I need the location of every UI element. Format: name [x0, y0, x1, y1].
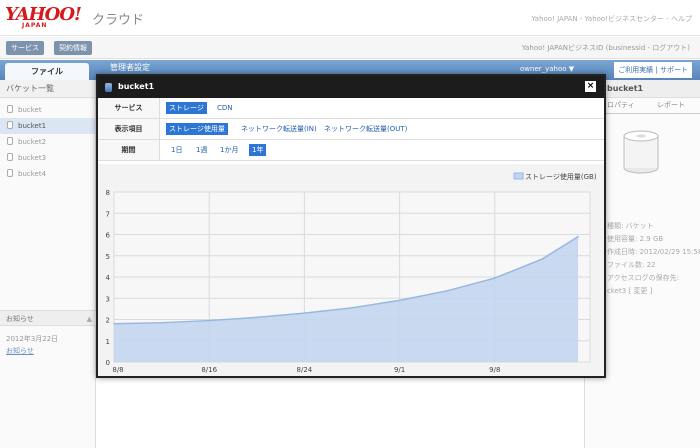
y-tick-label: 7	[106, 210, 110, 218]
x-tick-label: 9/1	[394, 366, 405, 374]
legend-swatch	[513, 172, 524, 180]
option-storage-usage[interactable]: ストレージ使用量	[166, 123, 228, 135]
dialog-titlebar: bucket1 ×	[98, 76, 604, 98]
data-point	[256, 316, 258, 319]
chart-svg: 0 1 2 3 4 5 6 7 8 8/8 8/16 8/24 9/1 9/8 ストレージ使用量(GB)	[106, 172, 597, 374]
period-1-day[interactable]: 1日	[168, 144, 185, 156]
y-tick-label: 0	[106, 359, 110, 367]
option-storage[interactable]: ストレージ	[166, 102, 207, 114]
data-point	[398, 299, 401, 302]
data-point	[208, 319, 210, 322]
legend-label: ストレージ使用量(GB)	[525, 172, 597, 181]
data-point	[303, 312, 306, 314]
y-tick-label: 6	[106, 232, 111, 240]
data-point	[577, 235, 579, 238]
y-tick-label: 5	[106, 253, 110, 261]
bucket-icon	[105, 83, 112, 92]
display-item-row: 表示項目 ストレージ使用量 ネットワーク転送量(IN) ネットワーク転送量(OU…	[98, 119, 604, 140]
data-point	[160, 321, 163, 324]
display-item-label: 表示項目	[98, 119, 160, 139]
period-row: 期間 1日 1週 1か月 1年	[98, 140, 604, 161]
option-cdn[interactable]: CDN	[214, 102, 236, 114]
period-1-month[interactable]: 1か月	[217, 144, 241, 156]
y-tick-label: 3	[106, 295, 110, 303]
close-button[interactable]: ×	[585, 81, 596, 92]
service-label: サービス	[98, 98, 160, 118]
x-tick-label: 9/8	[489, 366, 500, 374]
data-point	[541, 258, 544, 260]
data-point	[113, 322, 115, 325]
option-network-in[interactable]: ネットワーク転送量(IN)	[238, 123, 320, 135]
x-tick-label: 8/8	[112, 366, 123, 374]
period-label: 期間	[98, 140, 160, 160]
storage-usage-chart: 0 1 2 3 4 5 6 7 8 8/8 8/16 8/24 9/1 9/8 ストレージ使用量(GB)	[98, 164, 604, 376]
x-tick-label: 8/16	[201, 366, 217, 374]
y-tick-label: 8	[106, 189, 110, 197]
data-point	[351, 307, 353, 309]
dialog-title: bucket1	[118, 82, 155, 91]
service-row: サービス ストレージ CDN	[98, 98, 604, 119]
period-1-year[interactable]: 1年	[249, 144, 267, 156]
y-tick-label: 1	[106, 338, 110, 346]
period-1-week[interactable]: 1週	[193, 144, 210, 156]
x-tick-label: 8/24	[297, 366, 313, 374]
usage-report-dialog: bucket1 × サービス ストレージ CDN 表示項目 ストレージ使用量 ネ…	[96, 74, 606, 378]
y-tick-label: 4	[106, 274, 111, 282]
y-tick-label: 2	[106, 317, 110, 325]
data-point	[446, 290, 449, 292]
option-network-out[interactable]: ネットワーク転送量(OUT)	[321, 123, 410, 135]
data-point	[494, 277, 496, 279]
